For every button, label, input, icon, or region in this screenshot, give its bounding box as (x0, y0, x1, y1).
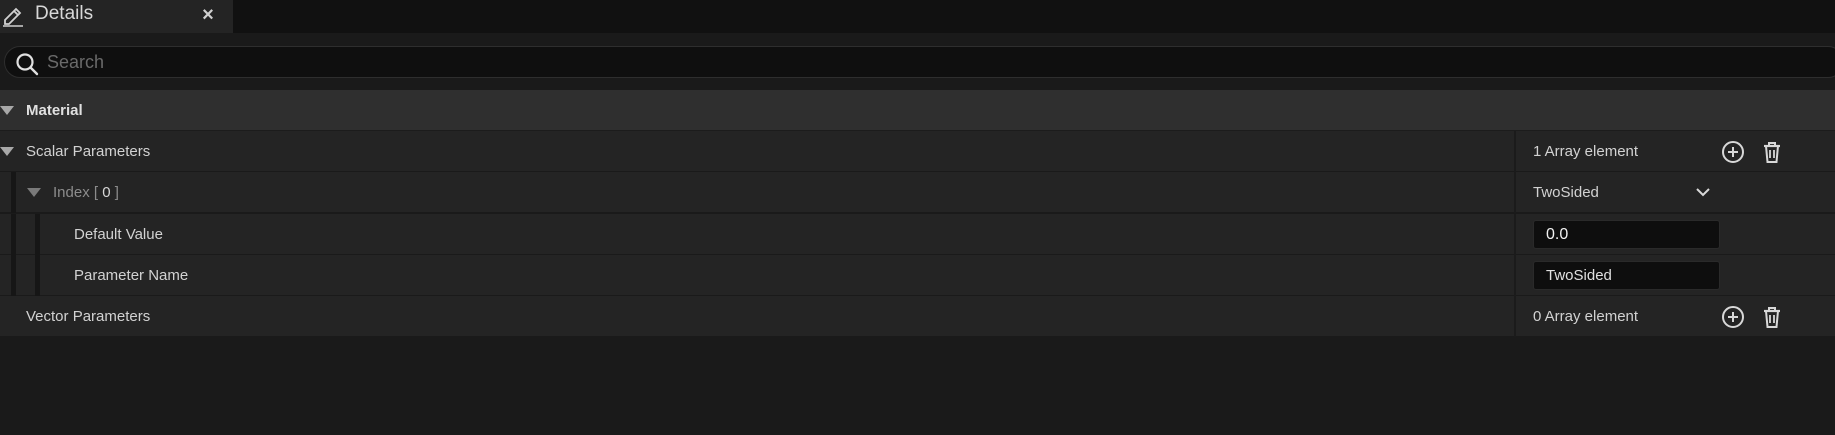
vector-parameters-label: Vector Parameters (26, 308, 151, 325)
expand-triangle-icon[interactable] (0, 106, 14, 115)
parameter-name-row: Parameter Name TwoSided (0, 255, 1835, 296)
expand-triangle-icon[interactable] (0, 147, 14, 156)
column-divider[interactable] (1514, 172, 1516, 213)
search-input[interactable] (47, 47, 1747, 77)
delete-trash-icon[interactable] (1759, 304, 1785, 330)
indent-guide (11, 214, 16, 255)
expand-triangle-icon[interactable] (27, 188, 41, 197)
category-label: Material (26, 102, 83, 119)
indent-guide (35, 214, 40, 255)
default-value-row: Default Value 0.0 (0, 214, 1835, 255)
delete-trash-icon[interactable] (1759, 139, 1785, 165)
search-box[interactable] (4, 46, 1835, 78)
scalar-parameters-row: Scalar Parameters 1 Array element (0, 131, 1835, 172)
scalar-array-count: 1 Array element (1533, 143, 1639, 160)
vector-parameters-row: Vector Parameters 0 Array element (0, 296, 1835, 337)
column-divider[interactable] (1514, 214, 1516, 255)
close-icon[interactable]: × (198, 5, 218, 25)
tab-details[interactable]: Details × (0, 0, 233, 33)
index-value-dropdown[interactable]: TwoSided (1533, 172, 1599, 213)
default-value-input[interactable]: 0.0 (1533, 220, 1720, 249)
tab-title: Details (35, 3, 94, 24)
column-divider[interactable] (1514, 131, 1516, 172)
indent-guide (11, 255, 16, 296)
vector-array-count: 0 Array element (1533, 308, 1639, 325)
chevron-down-icon[interactable] (1694, 183, 1712, 201)
column-divider[interactable] (1514, 296, 1516, 337)
add-element-icon[interactable] (1720, 139, 1746, 165)
index-label: Index [ 0 ] (53, 184, 119, 201)
search-icon (16, 53, 39, 76)
index-0-row: Index [ 0 ] TwoSided (0, 172, 1835, 213)
indent-guide (35, 255, 40, 296)
category-material[interactable]: Material (0, 90, 1835, 131)
parameter-name-input[interactable]: TwoSided (1533, 261, 1720, 290)
search-bar (0, 33, 1835, 89)
pencil-icon (3, 7, 23, 27)
column-divider[interactable] (1514, 255, 1516, 296)
tab-bar: Details × (0, 0, 1835, 33)
default-value-label: Default Value (74, 226, 163, 243)
add-element-icon[interactable] (1720, 304, 1746, 330)
scalar-parameters-label: Scalar Parameters (26, 143, 151, 160)
indent-guide (11, 172, 16, 213)
parameter-name-label: Parameter Name (74, 267, 189, 284)
